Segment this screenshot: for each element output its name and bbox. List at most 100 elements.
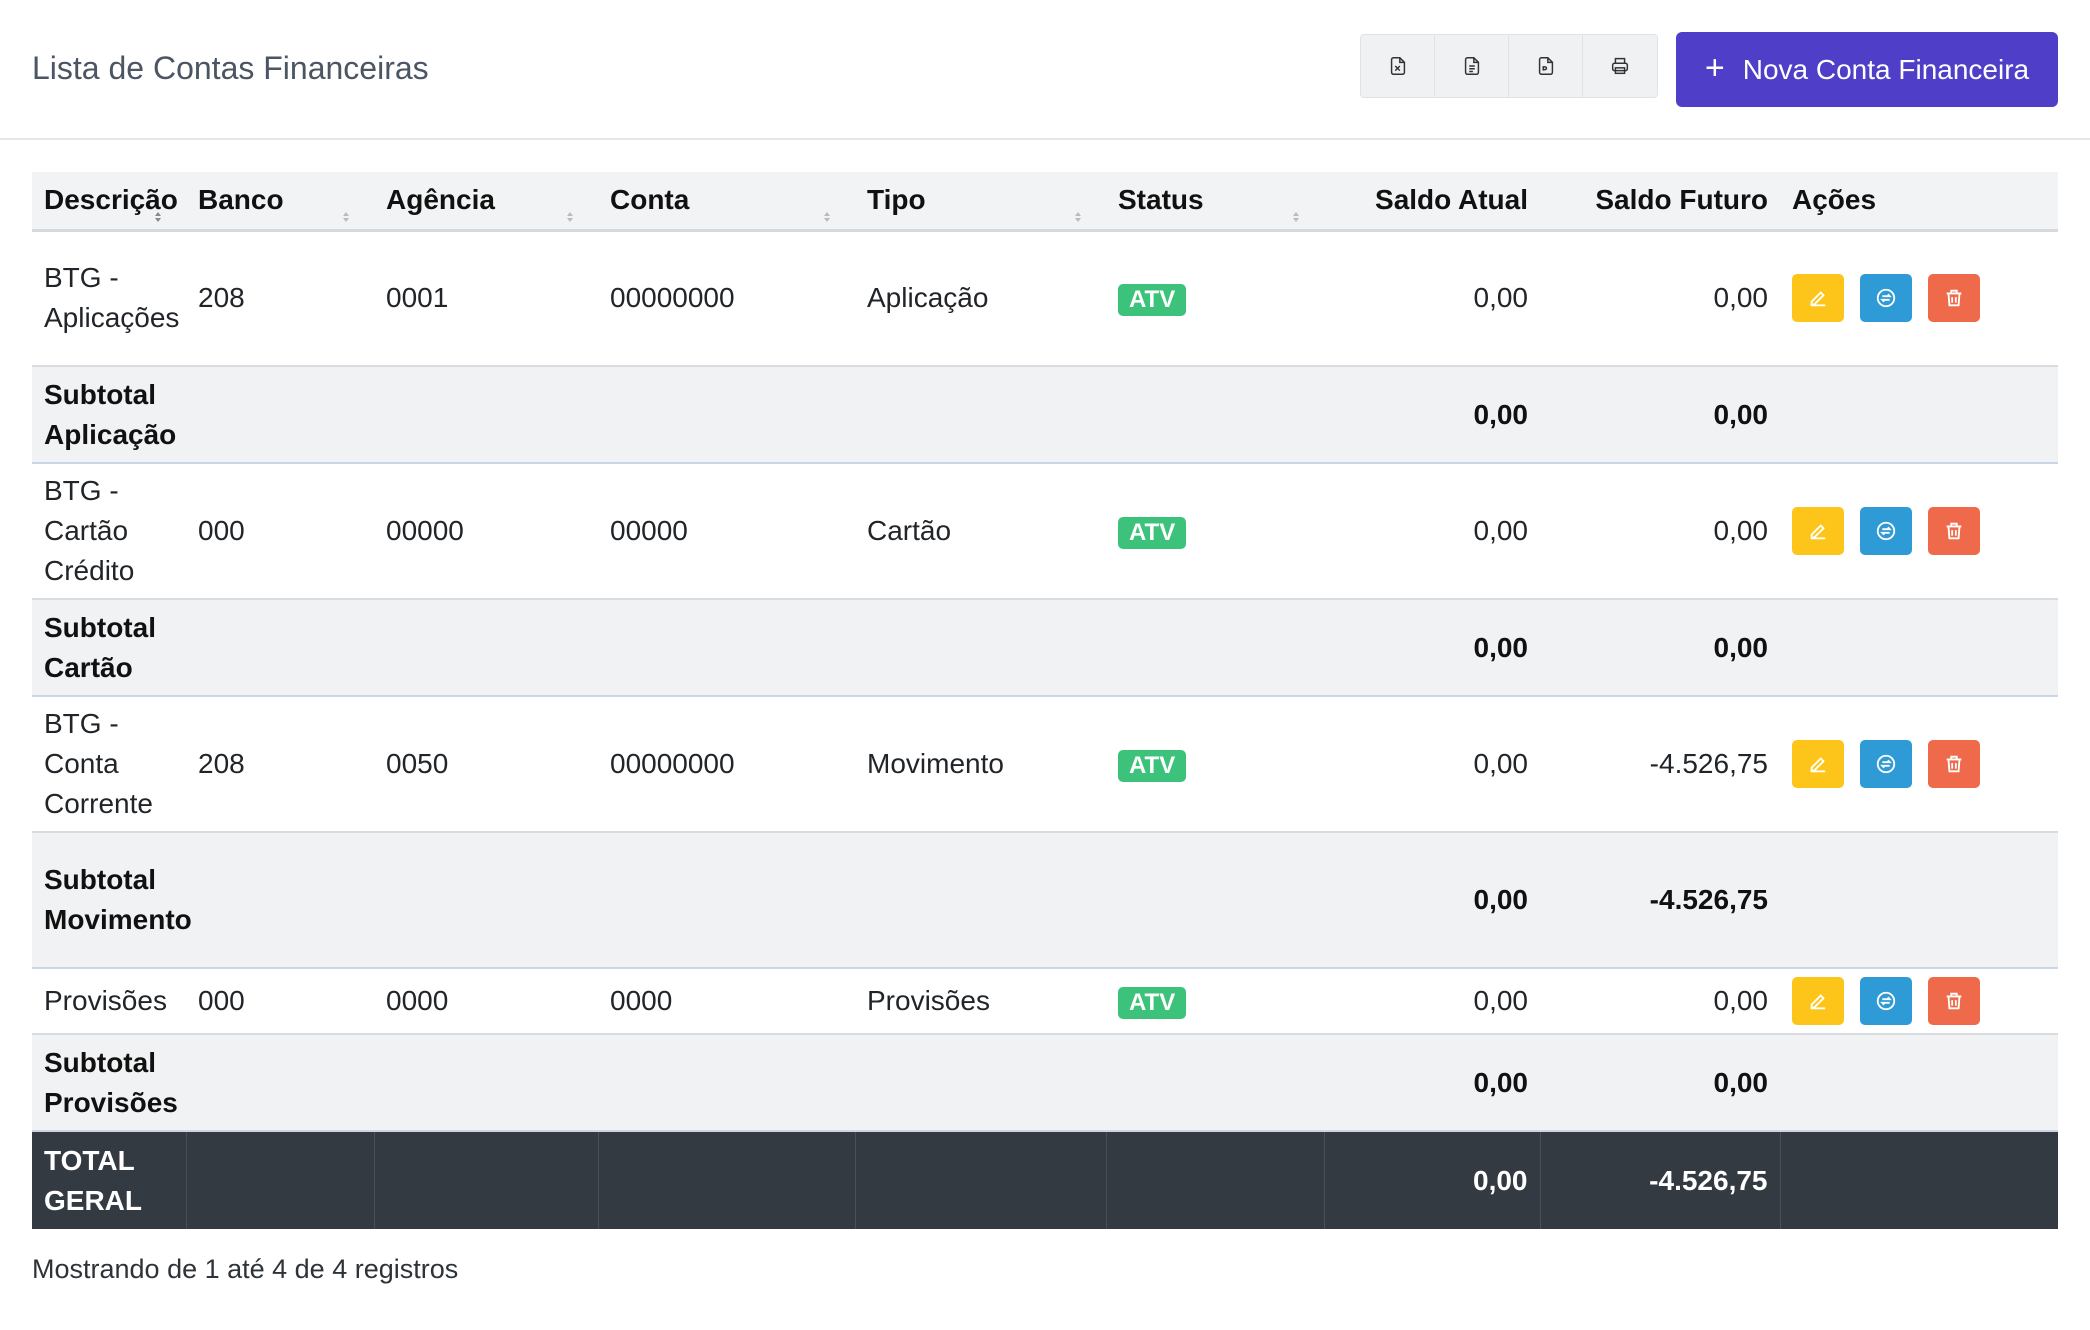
cell-descricao: BTG - Aplicações	[44, 262, 180, 334]
subtotal-label: Subtotal Provisões	[44, 1046, 178, 1118]
cell-tipo: Aplicação	[867, 282, 989, 314]
delete-button[interactable]	[1928, 274, 1980, 323]
transfer-icon	[1876, 991, 1896, 1011]
subtotal-label: Subtotal Cartão	[44, 611, 156, 683]
cell-acoes	[1780, 230, 2058, 366]
transfer-icon	[1876, 521, 1896, 541]
column-header-descricao[interactable]: Descrição	[32, 172, 186, 230]
column-header-saldo-atual[interactable]: Saldo Atual	[1324, 172, 1540, 230]
cell-saldo-atual: 0,00	[1473, 748, 1529, 779]
cell-descricao: BTG - Cartão Crédito	[44, 475, 135, 586]
cell-conta: 0000	[610, 985, 673, 1016]
subtotal-row: Subtotal Cartão 0,00 0,00	[32, 599, 2058, 696]
cell-descricao: Provisões	[44, 985, 167, 1016]
cell-conta: 00000000	[610, 748, 735, 779]
column-header-conta[interactable]: Conta	[598, 172, 855, 230]
cell-tipo: Movimento	[867, 748, 1004, 779]
cell-saldo-futuro: 0,00	[1713, 515, 1769, 546]
movements-button[interactable]	[1860, 507, 1912, 555]
sort-icon	[564, 198, 576, 222]
subtotal-label: Subtotal Movimento	[44, 864, 192, 935]
subtotal-saldo-atual: 0,00	[1473, 1066, 1529, 1098]
table-header-row: Descrição Banco Agência Conta Tipo Statu…	[32, 172, 2058, 230]
subtotal-row: Subtotal Provisões 0,00 0,00	[32, 1034, 2058, 1131]
total-row: TOTAL GERAL 0,00 -4.526,75	[32, 1131, 2058, 1229]
edit-button[interactable]	[1792, 977, 1844, 1025]
column-header-acoes: Ações	[1792, 184, 1877, 216]
new-financial-account-button[interactable]: + Nova Conta Financeira	[1676, 32, 2058, 107]
cell-banco: 208	[198, 748, 245, 779]
delete-button[interactable]	[1928, 977, 1980, 1025]
column-header-status[interactable]: Status	[1106, 172, 1324, 230]
movements-button[interactable]	[1860, 274, 1912, 323]
column-header-agencia[interactable]: Agência	[374, 172, 598, 230]
table-row: BTG - Aplicações 208 0001 00000000 Aplic…	[32, 230, 2058, 366]
financial-accounts-table: Descrição Banco Agência Conta Tipo Statu…	[32, 172, 2058, 1229]
subtotal-saldo-atual: 0,00	[1473, 631, 1529, 663]
new-button-label: Nova Conta Financeira	[1742, 53, 2030, 85]
trash-icon	[1946, 755, 1962, 773]
export-excel-button[interactable]	[1361, 35, 1435, 97]
movements-button[interactable]	[1860, 977, 1912, 1025]
export-pdf-button[interactable]	[1509, 35, 1583, 97]
pagination-info: Mostrando de 1 até 4 de 4 registros	[32, 1254, 459, 1284]
cell-acoes	[1780, 696, 2058, 832]
cell-acoes	[1780, 463, 2058, 599]
cell-agencia: 0050	[386, 748, 449, 779]
column-header-banco[interactable]: Banco	[186, 172, 374, 230]
cell-tipo: Provisões	[867, 985, 990, 1016]
cell-banco: 208	[198, 282, 245, 314]
trash-icon	[1946, 992, 1962, 1010]
cell-banco: 000	[198, 985, 245, 1016]
transfer-icon	[1876, 754, 1896, 774]
excel-icon	[1390, 57, 1405, 75]
table-row: Provisões 000 0000 0000 Provisões ATV 0,…	[32, 968, 2058, 1034]
cell-saldo-futuro: 0,00	[1713, 985, 1769, 1016]
cell-saldo-futuro: 0,00	[1713, 282, 1769, 314]
page-header: Lista de Contas Financeiras + Nova Conta…	[0, 0, 2090, 140]
cell-tipo: Cartão	[867, 515, 952, 546]
subtotal-saldo-futuro: 0,00	[1713, 1066, 1769, 1098]
cell-agencia: 0000	[386, 985, 449, 1016]
transfer-icon	[1876, 289, 1896, 308]
movements-button[interactable]	[1860, 740, 1912, 788]
table-row: BTG - Cartão Crédito 000 00000 00000 Car…	[32, 463, 2058, 599]
print-button[interactable]	[1583, 35, 1657, 97]
cell-agencia: 00000	[386, 515, 464, 546]
plus-icon: +	[1704, 48, 1725, 87]
subtotal-saldo-futuro: -4.526,75	[1649, 884, 1768, 915]
sort-icon	[340, 198, 352, 222]
edit-button[interactable]	[1792, 274, 1844, 323]
subtotal-saldo-atual: 0,00	[1473, 884, 1529, 915]
delete-button[interactable]	[1928, 740, 1980, 788]
subtotal-saldo-futuro: 0,00	[1713, 631, 1769, 663]
subtotal-saldo-futuro: 0,00	[1713, 398, 1769, 430]
subtotal-saldo-atual: 0,00	[1473, 398, 1529, 430]
sort-icon	[152, 198, 164, 222]
sort-icon	[821, 198, 833, 222]
cell-saldo-atual: 0,00	[1473, 515, 1529, 546]
print-icon	[1611, 57, 1629, 75]
csv-icon	[1464, 57, 1479, 75]
cell-status: ATV	[1106, 968, 1324, 1034]
export-csv-button[interactable]	[1435, 35, 1509, 97]
edit-button[interactable]	[1792, 740, 1844, 788]
trash-icon	[1946, 522, 1962, 540]
trash-icon	[1946, 290, 1962, 307]
pdf-icon	[1538, 57, 1553, 75]
column-header-tipo[interactable]: Tipo	[855, 172, 1106, 230]
pencil-icon	[1810, 524, 1826, 540]
delete-button[interactable]	[1928, 507, 1980, 555]
cell-saldo-atual: 0,00	[1473, 282, 1529, 314]
status-badge: ATV	[1118, 750, 1187, 782]
cell-agencia: 0001	[386, 282, 449, 314]
subtotal-label: Subtotal Aplicação	[44, 378, 177, 450]
sort-icon	[1290, 198, 1302, 222]
cell-acoes	[1780, 968, 2058, 1034]
table-row: BTG - Conta Corrente 208 0050 00000000 M…	[32, 696, 2058, 832]
cell-conta: 00000	[610, 515, 688, 546]
pencil-icon	[1810, 291, 1826, 307]
edit-button[interactable]	[1792, 507, 1844, 555]
pencil-icon	[1810, 757, 1826, 773]
column-header-saldo-futuro[interactable]: Saldo Futuro	[1540, 172, 1780, 230]
